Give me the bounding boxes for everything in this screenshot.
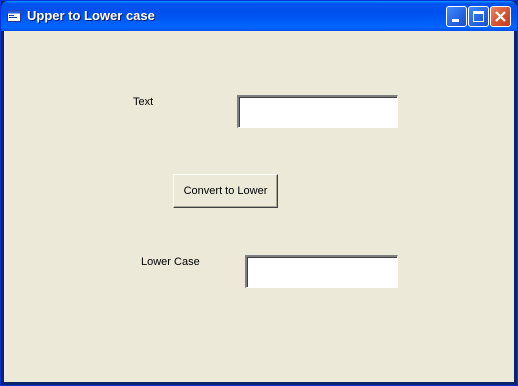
text-label: Text	[133, 96, 154, 108]
minimize-button[interactable]	[446, 6, 467, 27]
form-icon[interactable]	[7, 9, 21, 22]
app-window: Upper to Lower case Text Convert to Lowe…	[0, 0, 518, 386]
form-client-area: Text Convert to Lower Lower Case	[4, 31, 514, 382]
lower-case-output[interactable]	[245, 255, 398, 288]
text-input[interactable]	[237, 95, 398, 128]
window-title: Upper to Lower case	[27, 8, 155, 23]
convert-to-lower-button[interactable]: Convert to Lower	[173, 174, 278, 208]
title-bar[interactable]: Upper to Lower case	[1, 1, 517, 31]
close-button[interactable]	[490, 6, 511, 27]
lower-case-label: Lower Case	[141, 256, 200, 268]
maximize-button[interactable]	[468, 6, 489, 27]
